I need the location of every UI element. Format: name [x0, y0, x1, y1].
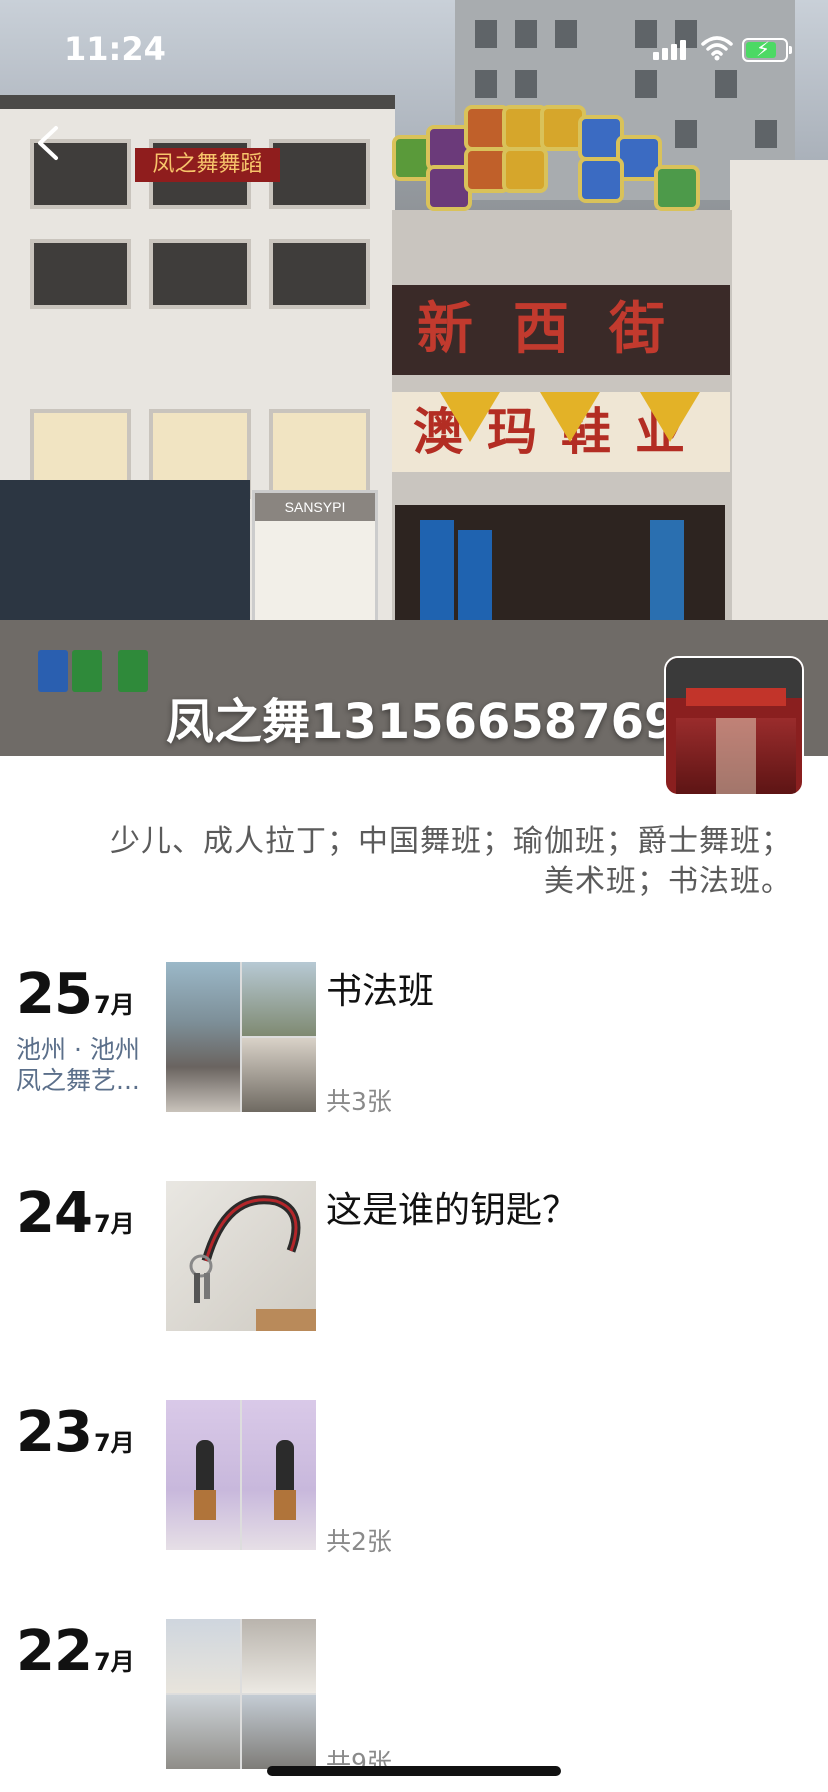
right-building	[730, 160, 828, 630]
post-day: 23	[16, 1400, 93, 1465]
avatar[interactable]	[664, 656, 804, 796]
photo-cell	[242, 1695, 316, 1769]
banner	[458, 530, 492, 630]
signature-line: 美术班；书法班。	[544, 864, 792, 899]
post-date: 247月	[16, 1181, 135, 1246]
trash-bin	[38, 650, 68, 692]
keys-photo	[189, 1195, 316, 1331]
pennant	[540, 392, 600, 442]
pennant	[640, 392, 700, 442]
post-month: 7月	[93, 1648, 135, 1676]
location-line: 池州 · 池州	[16, 1035, 140, 1064]
photo-cell	[166, 1695, 240, 1769]
rooftop-decoration	[392, 105, 712, 215]
post-date: 227月	[16, 1619, 135, 1684]
battery-charging-icon: ⚡	[742, 37, 792, 62]
post-date: 257月	[16, 962, 135, 1027]
post-month: 7月	[93, 1429, 135, 1457]
moment-post[interactable]: 257月 池州 · 池州 凤之舞艺... 书法班 共3张	[0, 962, 828, 1122]
pennant	[440, 392, 500, 442]
post-month: 7月	[93, 1210, 135, 1238]
chevron-left-icon[interactable]	[28, 118, 68, 168]
moment-post[interactable]: 237月 共2张	[0, 1400, 828, 1560]
photo-cell	[166, 1619, 240, 1693]
photo-cell	[242, 1038, 316, 1112]
post-day: 22	[16, 1619, 93, 1684]
post-thumbnail[interactable]	[166, 1181, 316, 1331]
post-thumbnail[interactable]	[166, 1400, 316, 1550]
location-line: 凤之舞艺...	[16, 1066, 140, 1095]
shop-sign: SANSYPI	[255, 493, 375, 521]
post-day: 24	[16, 1181, 93, 1246]
photo-cell	[242, 1400, 316, 1550]
post-day: 25	[16, 962, 93, 1027]
profile-signature: 少儿、成人拉丁；中国舞班；瑜伽班；爵士舞班； 美术班；书法班。	[40, 822, 792, 902]
storefront	[0, 480, 250, 630]
cover-title: 凤之舞13156658769	[166, 694, 678, 750]
status-bar: 11:24 ⚡	[0, 0, 828, 94]
post-thumbnail[interactable]	[166, 962, 316, 1112]
post-caption: 这是谁的钥匙？	[326, 1190, 579, 1231]
banner	[650, 520, 684, 620]
photo-cell	[166, 1400, 240, 1550]
post-caption: 书法班	[326, 971, 435, 1012]
photo-cell	[166, 962, 240, 1112]
photo-cell	[242, 962, 316, 1036]
photo-count: 共2张	[326, 1527, 392, 1556]
dance-school-sign: 凤之舞舞蹈	[135, 148, 280, 182]
post-date: 237月	[16, 1400, 135, 1465]
wifi-icon	[700, 34, 734, 62]
banner	[420, 520, 454, 620]
trash-bin	[118, 650, 148, 692]
cover-photo[interactable]: 凤之舞舞蹈 新西街 澳玛鞋业 SANSYPI 凤之舞13156658769	[0, 0, 828, 756]
photo-cell	[242, 1619, 316, 1693]
post-thumbnail[interactable]	[166, 1619, 316, 1769]
trash-bin	[72, 650, 102, 692]
street-sign: 新西街	[392, 285, 730, 375]
photo-count: 共3张	[326, 1087, 392, 1116]
home-indicator[interactable]	[267, 1766, 561, 1776]
status-time: 11:24	[64, 30, 166, 68]
post-month: 7月	[93, 991, 135, 1019]
signature-line: 少儿、成人拉丁；中国舞班；瑜伽班；爵士舞班；	[110, 824, 792, 859]
post-location[interactable]: 池州 · 池州 凤之舞艺...	[16, 1034, 156, 1096]
moment-post[interactable]: 247月 这是谁的钥匙？	[0, 1181, 828, 1341]
cellular-signal-icon	[653, 38, 689, 60]
